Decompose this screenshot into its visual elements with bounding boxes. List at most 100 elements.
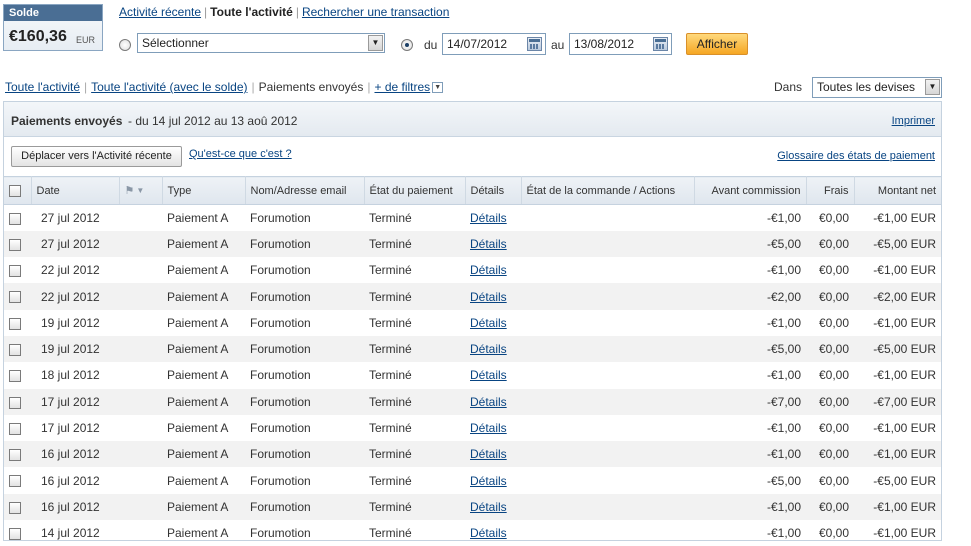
row-name: Forumotion — [250, 315, 311, 330]
details-link[interactable]: Détails — [470, 526, 507, 540]
details-link[interactable]: Détails — [470, 290, 507, 304]
row-details-link[interactable]: Détails — [465, 467, 521, 493]
print-link[interactable]: Imprimer — [892, 115, 935, 127]
details-link[interactable]: Détails — [470, 447, 507, 461]
chevron-down-icon[interactable]: ▼ — [432, 82, 444, 94]
row-details-link[interactable]: Détails — [465, 283, 521, 310]
row-gross: -€7,00 — [694, 388, 806, 415]
row-order-status — [521, 257, 694, 283]
row-checkbox[interactable] — [9, 291, 21, 304]
filter-sent-payments[interactable]: Paiements envoyés — [259, 80, 364, 94]
date-range-radio[interactable] — [401, 39, 413, 51]
from-date-field[interactable]: 14/07/2012 — [442, 33, 546, 55]
filter-all-with-balance[interactable]: Toute l'activité (avec le solde) — [91, 80, 247, 94]
row-date: 17 jul 2012 — [31, 388, 119, 415]
details-link[interactable]: Détails — [470, 500, 507, 514]
row-select-cell — [4, 415, 31, 441]
row-status: Terminé — [364, 441, 465, 468]
details-link[interactable]: Détails — [470, 421, 507, 435]
select-period-radio[interactable] — [119, 39, 131, 51]
row-net: -€1,00 EUR — [854, 441, 941, 468]
row-fee: €0,00 — [806, 335, 854, 363]
row-type: Paiement A — [162, 335, 245, 363]
row-order-status — [521, 441, 694, 468]
row-checkbox[interactable] — [9, 370, 21, 383]
row-type: Paiement A — [167, 210, 229, 225]
col-gross[interactable]: Avant commission — [694, 176, 807, 205]
row-gross: -€1,00 — [766, 263, 801, 278]
row-checkbox[interactable] — [9, 212, 21, 225]
row-details-link[interactable]: Détails — [465, 362, 521, 388]
col-name[interactable]: Nom/Adresse email — [245, 176, 365, 205]
row-details-link[interactable]: Détails — [465, 415, 521, 441]
details-link[interactable]: Détails — [470, 237, 507, 251]
row-net: -€1,00 EUR — [873, 421, 936, 436]
row-name: Forumotion — [250, 473, 311, 488]
col-date[interactable]: Date — [31, 176, 120, 205]
row-name: Forumotion — [250, 368, 311, 383]
details-link[interactable]: Détails — [470, 316, 507, 330]
row-details-link[interactable]: Détails — [465, 310, 521, 336]
row-checkbox[interactable] — [9, 265, 21, 278]
col-net[interactable]: Montant net — [854, 176, 941, 205]
period-select[interactable]: Sélectionner ▼ — [137, 33, 385, 53]
table-header-row: Date ⚑ ▼ Type Nom/Adresse email État du p… — [4, 176, 941, 205]
currency-select-value: Toutes les devises — [817, 80, 916, 94]
calendar-icon[interactable] — [527, 37, 542, 51]
show-button[interactable]: Afficher — [686, 33, 748, 55]
move-to-recent-button[interactable]: Déplacer vers l'Activité récente — [11, 146, 182, 167]
row-type: Paiement A — [167, 421, 229, 436]
details-link[interactable]: Détails — [470, 263, 507, 277]
col-order-status: État de la commande / Actions — [521, 176, 695, 205]
row-date: 19 jul 2012 — [31, 335, 119, 363]
whats-this-link[interactable]: Qu'est-ce que c'est ? — [189, 148, 292, 160]
period-select-value: Sélectionner — [142, 36, 209, 50]
row-checkbox[interactable] — [9, 475, 21, 488]
row-details-link[interactable]: Détails — [465, 493, 521, 521]
details-link[interactable]: Détails — [470, 211, 507, 225]
search-transaction-link[interactable]: Rechercher une transaction — [302, 5, 449, 19]
col-flag[interactable]: ⚑ ▼ — [119, 176, 163, 205]
row-order-status — [521, 388, 694, 415]
row-checkbox[interactable] — [9, 238, 21, 251]
details-link[interactable]: Détails — [470, 368, 507, 382]
col-status[interactable]: État du paiement — [364, 176, 466, 205]
row-checkbox[interactable] — [9, 501, 21, 514]
row-checkbox[interactable] — [9, 396, 21, 409]
row-details-link[interactable]: Détails — [465, 335, 521, 363]
glossary-link[interactable]: Glossaire des états de paiement — [777, 150, 935, 162]
row-fee: €0,00 — [818, 473, 849, 488]
calendar-icon[interactable] — [653, 37, 668, 51]
row-flag-cell — [119, 205, 162, 231]
row-date: 22 jul 2012 — [31, 283, 119, 310]
filter-all-activity[interactable]: Toute l'activité — [5, 80, 80, 94]
row-details-link[interactable]: Détails — [465, 441, 521, 468]
col-type[interactable]: Type — [162, 176, 246, 205]
row-details-link[interactable]: Détails — [465, 257, 521, 283]
row-checkbox[interactable] — [9, 449, 21, 462]
row-details-link[interactable]: Détails — [465, 388, 521, 415]
recent-activity-link[interactable]: Activité récente — [119, 5, 201, 19]
select-all-checkbox[interactable] — [9, 184, 21, 197]
details-link[interactable]: Détails — [470, 474, 507, 488]
details-link[interactable]: Détails — [470, 342, 507, 356]
row-order-status — [521, 362, 694, 388]
details-link[interactable]: Détails — [470, 395, 507, 409]
balance-label: Solde — [4, 5, 102, 21]
row-checkbox[interactable] — [9, 317, 21, 330]
row-checkbox[interactable] — [9, 343, 21, 356]
more-filters-link[interactable]: + de filtres — [374, 80, 430, 94]
row-checkbox[interactable] — [9, 422, 21, 435]
table-row: 27 jul 2012 Paiement A Forumotion Terminé Dé… — [4, 230, 941, 258]
row-fee: €0,00 — [818, 421, 849, 436]
row-flag-cell — [119, 467, 162, 493]
all-activity-tab[interactable]: Toute l'activité — [210, 5, 293, 19]
row-details-link[interactable]: Détails — [465, 205, 521, 231]
currency-select[interactable]: Toutes les devises ▼ — [812, 77, 942, 98]
row-details-link[interactable]: Détails — [465, 230, 521, 258]
row-details-link[interactable]: Détails — [465, 520, 521, 546]
col-fee[interactable]: Frais — [806, 176, 855, 205]
row-checkbox[interactable] — [9, 528, 21, 541]
row-order-status — [521, 493, 694, 521]
to-date-field[interactable]: 13/08/2012 — [569, 33, 672, 55]
